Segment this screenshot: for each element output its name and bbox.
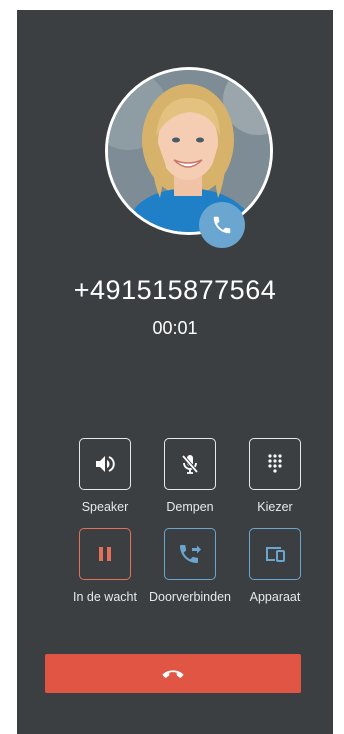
mute-button[interactable] [164, 438, 216, 490]
device-control[interactable]: Apparaat [230, 528, 320, 604]
speaker-icon [96, 456, 115, 472]
transfer-label: Doorverbinden [149, 590, 231, 604]
dialpad-label: Kiezer [257, 500, 293, 514]
device-button[interactable] [249, 528, 301, 580]
hold-label: In de wacht [73, 590, 137, 604]
pause-icon [99, 547, 111, 561]
transfer-button[interactable] [164, 528, 216, 580]
speaker-label: Speaker [81, 500, 129, 514]
mic-off-icon [181, 454, 199, 474]
hold-button[interactable] [79, 528, 131, 580]
call-transfer-icon [180, 545, 201, 563]
call-screen: +491515877564 00:01 Speaker Dempen Kieze… [17, 10, 333, 734]
dialpad-button[interactable] [249, 438, 301, 490]
caller-avatar [105, 67, 273, 235]
call-duration: 00:01 [152, 318, 198, 338]
hold-control[interactable]: In de wacht [60, 528, 150, 604]
devices-icon [266, 547, 285, 562]
mute-control[interactable]: Dempen [145, 438, 235, 514]
speaker-control[interactable]: Speaker [60, 438, 150, 514]
dialpad-control[interactable]: Kiezer [230, 438, 320, 514]
hang-up-icon [162, 669, 184, 678]
device-label: Apparaat [249, 590, 301, 604]
speaker-button[interactable] [79, 438, 131, 490]
mute-label: Dempen [166, 500, 214, 514]
transfer-control[interactable]: Doorverbinden [145, 528, 235, 604]
dialpad-icon [268, 454, 282, 473]
caller-number: +491515877564 [73, 275, 277, 305]
hang-up-button[interactable] [45, 654, 301, 693]
phone-icon [199, 202, 245, 248]
